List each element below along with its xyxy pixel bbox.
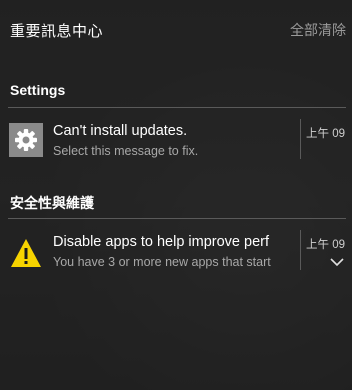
notification-time: 上午 09 [306, 239, 345, 251]
notification-disable-apps[interactable]: Disable apps to help improve perf You ha… [0, 230, 352, 288]
group-divider [8, 107, 346, 108]
gear-icon [9, 123, 43, 157]
group-title-settings[interactable]: Settings [10, 82, 65, 98]
notification-separator [300, 230, 301, 270]
notification-title: Can't install updates. [53, 123, 188, 139]
clear-all-button[interactable]: 全部清除 [290, 20, 346, 40]
notification-body: Select this message to fix. [53, 144, 199, 158]
chevron-down-icon[interactable] [330, 254, 344, 267]
notification-title: Disable apps to help improve perf [53, 234, 270, 250]
notification-time: 上午 09 [306, 128, 345, 140]
group-title-security-maintenance[interactable]: 安全性與維護 [10, 193, 94, 213]
action-center-header: 重要訊息中心 全部清除 [10, 20, 346, 40]
warning-icon [9, 236, 43, 270]
action-center-panel: 重要訊息中心 全部清除 Settings Can't install updat… [0, 0, 352, 390]
notification-body: You have 3 or more new apps that start [53, 255, 271, 269]
group-divider [8, 218, 346, 219]
notification-separator [300, 119, 301, 159]
action-center-title: 重要訊息中心 [10, 22, 104, 40]
notification-cant-install-updates[interactable]: Can't install updates. Select this messa… [0, 119, 352, 177]
